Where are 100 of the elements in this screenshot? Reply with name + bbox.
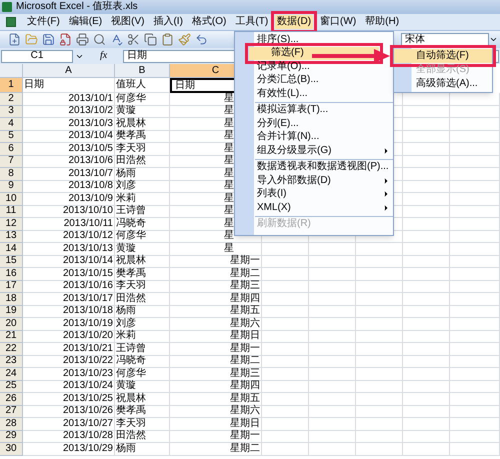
- menu-item[interactable]: 格式(O): [190, 15, 228, 29]
- table-cell: 星期日: [170, 330, 262, 343]
- row-header[interactable]: 23: [0, 356, 23, 368]
- table-cell: 田浩然: [115, 156, 170, 168]
- row-header[interactable]: 1: [0, 78, 23, 93]
- table-cell: 2013/10/28: [23, 430, 115, 443]
- menu-item: 全部显示(S): [415, 63, 470, 77]
- row-header[interactable]: 28: [0, 418, 23, 430]
- table-cell: 樊孝禹: [115, 268, 170, 280]
- menu-item[interactable]: 文件(F): [25, 15, 62, 29]
- row-header[interactable]: 8: [0, 168, 23, 180]
- table-cell: 米莉: [115, 193, 170, 206]
- menu-item[interactable]: 视图(V): [109, 15, 146, 29]
- row-header[interactable]: 30: [0, 443, 23, 456]
- row-header[interactable]: 29: [0, 430, 23, 443]
- row-header[interactable]: 25: [0, 380, 23, 393]
- table-cell: 星期五: [170, 393, 262, 406]
- window-title: Microsoft Excel - 值班表.xls: [16, 2, 138, 12]
- table-cell: 星期日: [170, 418, 262, 430]
- table-cell: 星期一: [170, 430, 262, 443]
- table-cell: 祝晨林: [115, 256, 170, 268]
- table-cell: 2013/10/12: [23, 230, 115, 243]
- table-cell: 星期二: [170, 356, 262, 368]
- name-box[interactable]: C1: [1, 50, 73, 62]
- row-header[interactable]: 10: [0, 193, 23, 206]
- table-cell: 星期一: [170, 256, 262, 268]
- table-cell: 2013/10/2: [23, 106, 115, 118]
- menu-item[interactable]: 数据(D): [275, 15, 314, 29]
- row-header[interactable]: 13: [0, 230, 23, 243]
- row-header[interactable]: 15: [0, 256, 23, 268]
- row-header[interactable]: 11: [0, 206, 23, 218]
- table-cell: 李天羽: [115, 143, 170, 156]
- table-cell: 刘彦: [115, 180, 170, 193]
- row-header[interactable]: 18: [0, 293, 23, 306]
- menu-item[interactable]: 编辑(E): [66, 15, 104, 29]
- table-cell: 杨雨: [115, 306, 170, 318]
- table-cell: 何彦华: [115, 368, 170, 380]
- table-cell: 2013/10/8: [23, 180, 115, 193]
- table-cell: 星期一: [170, 343, 262, 356]
- table-cell: 星期五: [170, 306, 262, 318]
- table-cell: 祝晨林: [115, 118, 170, 130]
- table-cell: 2013/10/21: [23, 343, 115, 356]
- row-header[interactable]: 2: [0, 93, 23, 106]
- row-header[interactable]: 9: [0, 180, 23, 193]
- table-cell: 2013/10/3: [23, 118, 115, 130]
- menu-item[interactable]: 插入(I): [151, 15, 185, 29]
- row-header[interactable]: 21: [0, 330, 23, 343]
- row-header[interactable]: 17: [0, 280, 23, 293]
- table-cell: 何彦华: [115, 230, 170, 243]
- row-header[interactable]: 7: [0, 156, 23, 168]
- table-cell: 星期六: [170, 406, 262, 418]
- table-cell: 日期: [23, 78, 115, 93]
- menu-item[interactable]: 高级筛选(A)...: [394, 77, 492, 91]
- table-cell: 2013/10/14: [23, 256, 115, 268]
- table-cell: 2013/10/9: [23, 193, 115, 206]
- menu-item[interactable]: 帮助(H): [363, 15, 402, 29]
- row-header[interactable]: 14: [0, 243, 23, 256]
- table-cell: 2013/10/22: [23, 356, 115, 368]
- row-header[interactable]: 3: [0, 106, 23, 118]
- table-cell: 冯晓奇: [115, 356, 170, 368]
- table-cell: 2013/10/11: [23, 218, 115, 230]
- row-header[interactable]: 5: [0, 130, 23, 143]
- column-header[interactable]: B: [115, 64, 170, 78]
- menu-item[interactable]: 工具(T): [233, 15, 270, 29]
- table-cell: 2013/10/25: [23, 393, 115, 406]
- table-cell: 2013/10/5: [23, 143, 115, 156]
- table-cell: 祝晨林: [115, 393, 170, 406]
- row-header[interactable]: 27: [0, 406, 23, 418]
- table-cell: 2013/10/20: [23, 330, 115, 343]
- table-cell: 星期三: [170, 280, 262, 293]
- font-field[interactable]: 宋体: [401, 33, 489, 46]
- table-cell: 田浩然: [115, 430, 170, 443]
- table-cell: 杨雨: [115, 168, 170, 180]
- row-header[interactable]: 22: [0, 343, 23, 356]
- table-cell: 2013/10/4: [23, 130, 115, 143]
- table-cell: 2013/10/16: [23, 280, 115, 293]
- row-header[interactable]: 24: [0, 368, 23, 380]
- function-button[interactable]: fx: [100, 51, 108, 61]
- row-header[interactable]: 4: [0, 118, 23, 130]
- menu-item[interactable]: 窗口(W): [318, 15, 358, 29]
- table-cell: 李天羽: [115, 418, 170, 430]
- table-cell: 王诗曾: [115, 206, 170, 218]
- column-header[interactable]: A: [23, 64, 115, 78]
- table-cell: 樊孝禹: [115, 130, 170, 143]
- table-cell: 2013/10/10: [23, 206, 115, 218]
- table-cell: 2013/10/7: [23, 168, 115, 180]
- row-header[interactable]: 6: [0, 143, 23, 156]
- menu-item[interactable]: 排序(S)...: [235, 33, 393, 46]
- menu-item[interactable]: 自动筛选(F): [394, 49, 492, 63]
- row-header[interactable]: 12: [0, 218, 23, 230]
- table-cell: 星期四: [170, 380, 262, 393]
- row-header[interactable]: 16: [0, 268, 23, 280]
- table-cell: 黄璇: [115, 380, 170, 393]
- table-cell: 黄璇: [115, 106, 170, 118]
- table-cell: 星期三: [170, 368, 262, 380]
- row-header[interactable]: 26: [0, 393, 23, 406]
- table-cell: 2013/10/6: [23, 156, 115, 168]
- row-header[interactable]: 19: [0, 306, 23, 318]
- row-header[interactable]: 20: [0, 318, 23, 330]
- table-cell: 2013/10/23: [23, 368, 115, 380]
